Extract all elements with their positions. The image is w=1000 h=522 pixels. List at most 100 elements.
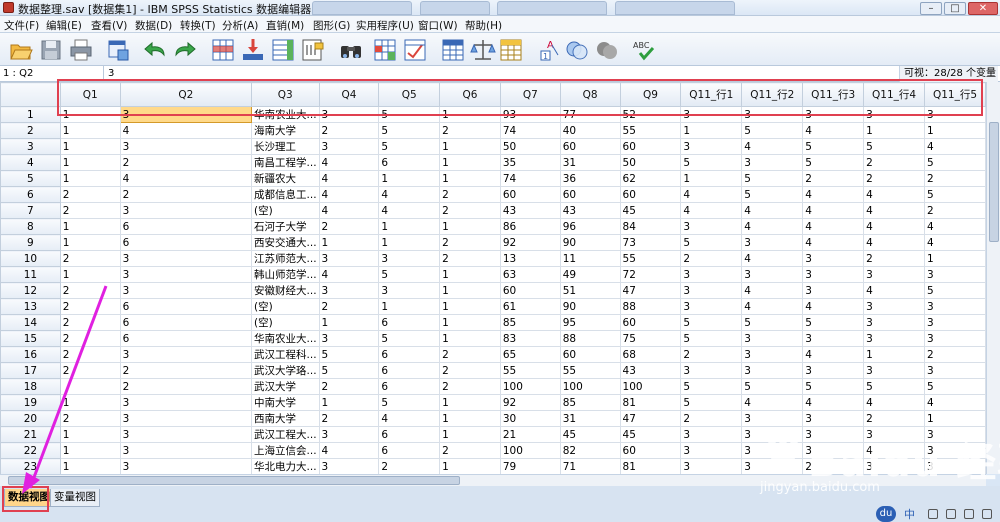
- data-cell[interactable]: 85: [559, 394, 621, 411]
- select-cases-icon[interactable]: [498, 37, 524, 63]
- data-cell[interactable]: 4: [863, 202, 926, 219]
- data-cell[interactable]: [59, 378, 121, 395]
- data-cell[interactable]: 4: [318, 186, 380, 203]
- data-cell[interactable]: 6: [378, 154, 441, 171]
- data-cell[interactable]: 1: [863, 122, 926, 139]
- data-cell[interactable]: 3: [680, 106, 743, 123]
- data-cell[interactable]: 71: [559, 458, 621, 474]
- data-cell[interactable]: 3: [680, 442, 743, 459]
- data-cell[interactable]: 3: [863, 298, 926, 315]
- data-cell[interactable]: 1: [924, 122, 986, 139]
- data-cell[interactable]: 1: [924, 410, 986, 427]
- column-header[interactable]: Q4: [318, 82, 380, 107]
- data-cell[interactable]: 3: [863, 362, 926, 379]
- data-cell[interactable]: 1: [59, 394, 121, 411]
- data-cell[interactable]: 韩山师范学...: [251, 266, 320, 283]
- data-cell[interactable]: 4: [863, 234, 926, 251]
- data-cell[interactable]: 2: [439, 122, 501, 139]
- data-cell[interactable]: 江苏师范大...: [251, 250, 320, 267]
- row-header[interactable]: 13: [0, 298, 61, 315]
- data-cell[interactable]: (空): [251, 202, 320, 219]
- run-descriptives-icon[interactable]: [300, 37, 326, 63]
- data-cell[interactable]: 3: [680, 266, 743, 283]
- data-cell[interactable]: 90: [559, 298, 621, 315]
- data-cell[interactable]: 4: [863, 218, 926, 235]
- data-cell[interactable]: 3: [924, 330, 986, 347]
- data-cell[interactable]: 100: [619, 378, 682, 395]
- data-cell[interactable]: 2: [59, 346, 121, 363]
- data-cell[interactable]: 3: [680, 218, 743, 235]
- ime-indicator[interactable]: 中: [904, 506, 915, 522]
- data-cell[interactable]: 36: [559, 170, 621, 187]
- data-cell[interactable]: 4: [802, 394, 865, 411]
- baidu-du-icon[interactable]: du: [876, 506, 896, 522]
- data-cell[interactable]: 5: [741, 186, 804, 203]
- data-cell[interactable]: 5: [378, 106, 441, 123]
- data-cell[interactable]: 2: [680, 250, 743, 267]
- data-cell[interactable]: 3: [318, 282, 380, 299]
- data-cell[interactable]: 2: [318, 218, 380, 235]
- scroll-thumb[interactable]: [8, 476, 460, 485]
- menu-utilities[interactable]: 实用程序(U): [356, 18, 414, 33]
- data-cell[interactable]: 2: [439, 442, 501, 459]
- data-cell[interactable]: 3: [924, 458, 986, 474]
- data-cell[interactable]: 1: [439, 314, 501, 331]
- data-cell[interactable]: 73: [619, 234, 682, 251]
- data-cell[interactable]: 3: [802, 330, 865, 347]
- data-cell[interactable]: 2: [439, 250, 501, 267]
- data-cell[interactable]: 88: [619, 298, 682, 315]
- data-cell[interactable]: 3: [802, 426, 865, 443]
- data-cell[interactable]: 63: [499, 266, 561, 283]
- data-cell[interactable]: 3: [119, 250, 253, 267]
- data-cell[interactable]: 1: [924, 250, 986, 267]
- data-cell[interactable]: 3: [119, 346, 253, 363]
- row-header[interactable]: 3: [0, 138, 61, 155]
- data-cell[interactable]: 3: [863, 458, 926, 474]
- data-cell[interactable]: 5: [378, 394, 441, 411]
- data-cell[interactable]: 2: [59, 330, 121, 347]
- data-cell[interactable]: 3: [318, 138, 380, 155]
- undo-icon[interactable]: [142, 37, 168, 63]
- data-cell[interactable]: 1: [439, 458, 501, 474]
- data-cell[interactable]: 43: [499, 202, 561, 219]
- data-cell[interactable]: 61: [499, 298, 561, 315]
- row-header[interactable]: 5: [0, 170, 61, 187]
- scroll-thumb[interactable]: [989, 122, 999, 242]
- data-cell[interactable]: 60: [559, 138, 621, 155]
- vertical-scrollbar[interactable]: [986, 82, 1000, 474]
- tray-icon[interactable]: [946, 509, 956, 519]
- data-cell[interactable]: 3: [680, 138, 743, 155]
- row-header[interactable]: 16: [0, 346, 61, 363]
- data-cell[interactable]: 5: [924, 378, 986, 395]
- data-cell[interactable]: 1: [439, 426, 501, 443]
- data-cell[interactable]: 3: [741, 154, 804, 171]
- data-cell[interactable]: 中南大学: [251, 394, 320, 411]
- data-cell[interactable]: 武汉工程科...: [251, 346, 320, 363]
- data-cell[interactable]: 3: [924, 426, 986, 443]
- menu-edit[interactable]: 编辑(E): [46, 18, 82, 33]
- data-cell[interactable]: 3: [119, 426, 253, 443]
- data-cell[interactable]: 3: [741, 330, 804, 347]
- data-cell[interactable]: 3: [741, 426, 804, 443]
- data-cell[interactable]: 1: [439, 298, 501, 315]
- row-header[interactable]: 23: [0, 458, 61, 474]
- data-cell[interactable]: 2: [863, 154, 926, 171]
- data-cell[interactable]: 3: [318, 458, 380, 474]
- data-cell[interactable]: 1: [318, 394, 380, 411]
- data-cell[interactable]: 2: [119, 154, 253, 171]
- data-cell[interactable]: 2: [59, 362, 121, 379]
- data-cell[interactable]: 2: [59, 282, 121, 299]
- data-cell[interactable]: 52: [619, 106, 682, 123]
- data-cell[interactable]: 4: [924, 218, 986, 235]
- data-cell[interactable]: 3: [924, 266, 986, 283]
- dialog-recall-icon[interactable]: [106, 37, 132, 63]
- data-cell[interactable]: 81: [619, 458, 682, 474]
- data-cell[interactable]: 2: [863, 410, 926, 427]
- data-cell[interactable]: 4: [802, 234, 865, 251]
- goto-variable-icon[interactable]: [240, 37, 266, 63]
- data-cell[interactable]: 92: [499, 234, 561, 251]
- data-cell[interactable]: 1: [59, 122, 121, 139]
- data-cell[interactable]: 5: [863, 138, 926, 155]
- data-cell[interactable]: 2: [119, 186, 253, 203]
- data-cell[interactable]: 4: [741, 218, 804, 235]
